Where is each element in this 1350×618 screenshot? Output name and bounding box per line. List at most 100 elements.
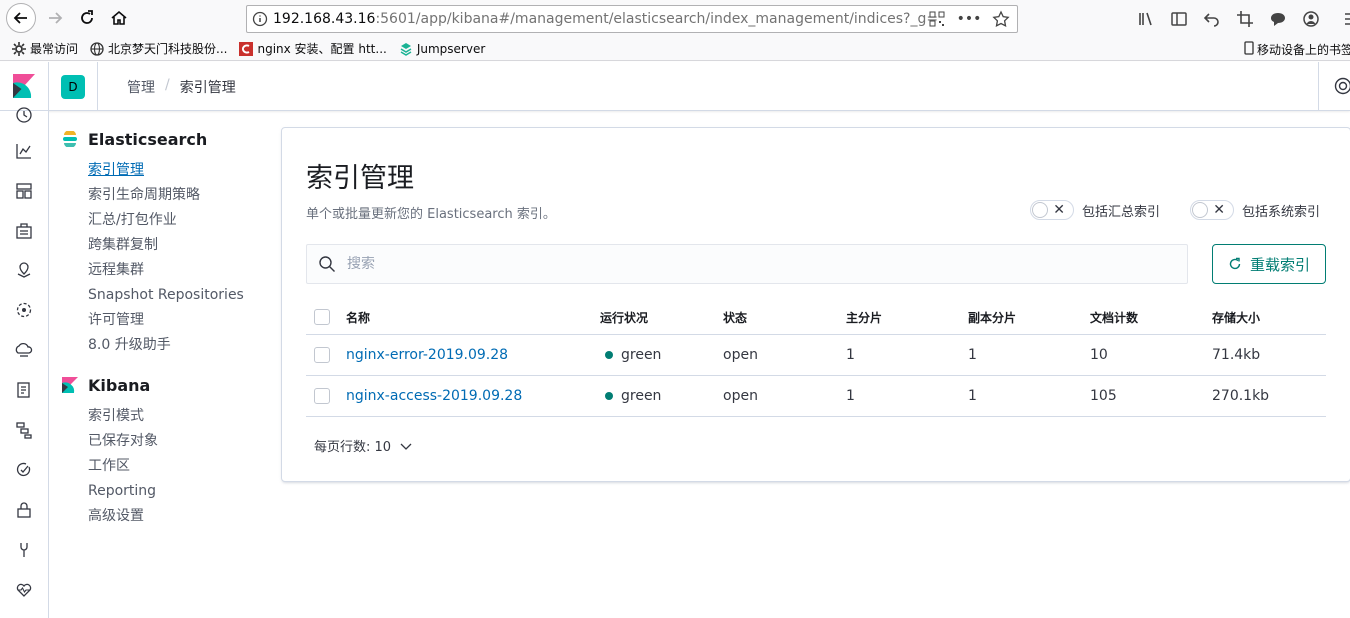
index-management-panel: 索引管理 单个或批量更新您的 Elasticsearch 索引。 ✕ 包括汇总索… <box>281 127 1350 482</box>
bookmark-nginx[interactable]: nginx 安装、配置 htt... <box>239 40 387 57</box>
left-nav <box>0 107 49 618</box>
primary-cell: 1 <box>846 347 855 363</box>
address-bar[interactable]: 192.168.43.16:5601/app/kibana#/managemen… <box>246 5 1018 33</box>
undo-icon[interactable] <box>1202 9 1222 29</box>
back-button[interactable] <box>6 3 36 33</box>
include-rollup-toggle[interactable]: ✕ 包括汇总索引 <box>1030 200 1160 220</box>
reload-indices-button[interactable]: 重载索引 <box>1212 244 1326 284</box>
switch-label: 包括汇总索引 <box>1082 204 1161 220</box>
canvas-icon[interactable] <box>15 222 33 240</box>
maps-icon[interactable] <box>15 261 33 279</box>
health-dot-icon <box>605 351 613 359</box>
switch-track[interactable]: ✕ <box>1190 200 1234 220</box>
table-row: nginx-error-2019.09.28 green open 1 1 10… <box>306 335 1326 376</box>
side-menu-reporting[interactable]: Reporting <box>62 479 262 504</box>
kibana-group-title: Kibana <box>62 374 262 396</box>
bookmark-most-visited[interactable]: 最常访问 <box>12 40 78 57</box>
bookmark-star-icon[interactable] <box>991 9 1011 29</box>
health-cell: green <box>605 376 661 416</box>
column-header-replica[interactable]: 副本分片 <box>968 300 1016 334</box>
kibana-small-logo-icon <box>62 377 78 393</box>
switch-track[interactable]: ✕ <box>1030 200 1074 220</box>
elasticsearch-logo-icon <box>63 131 77 147</box>
select-all-checkbox[interactable] <box>314 309 330 325</box>
column-header-primary[interactable]: 主分片 <box>846 300 882 334</box>
include-system-toggle[interactable]: ✕ 包括系统索引 <box>1190 200 1320 220</box>
url-host: 192.168.43.16 <box>273 11 376 27</box>
kibana-header: D 管理 / 索引管理 <box>0 62 1350 111</box>
info-icon[interactable] <box>247 11 273 27</box>
uptime-icon[interactable] <box>15 461 33 479</box>
account-icon[interactable] <box>1301 9 1321 29</box>
status-cell: open <box>723 388 758 404</box>
elasticsearch-group-title: Elasticsearch <box>62 128 262 150</box>
table-header-row: 名称 运行状况 状态 主分片 副本分片 文档计数 存储大小 <box>306 300 1326 335</box>
bookmark-mobile[interactable]: 移动设备上的书签 <box>1244 41 1350 58</box>
side-menu-license[interactable]: 许可管理 <box>62 308 262 333</box>
column-header-size[interactable]: 存储大小 <box>1212 300 1260 334</box>
search-box <box>306 244 1188 284</box>
forward-button[interactable] <box>40 3 70 33</box>
home-icon <box>111 10 127 25</box>
column-header-docs[interactable]: 文档计数 <box>1090 300 1138 334</box>
browser-toolbar: 192.168.43.16:5601/app/kibana#/managemen… <box>0 0 1350 37</box>
side-menu-cross-cluster[interactable]: 跨集群复制 <box>62 233 262 258</box>
menu-icon[interactable] <box>1342 9 1350 29</box>
side-menu-spaces[interactable]: 工作区 <box>62 454 262 479</box>
side-menu-snapshot-repositories[interactable]: Snapshot Repositories <box>62 283 262 308</box>
column-header-name[interactable]: 名称 <box>346 300 370 334</box>
sidebar-icon[interactable] <box>1169 9 1189 29</box>
switch-label: 包括系统索引 <box>1242 204 1321 220</box>
url-path: :5601/app/kibana#/management/elasticsear… <box>375 11 939 27</box>
search-input[interactable] <box>347 256 1147 272</box>
infrastructure-icon[interactable] <box>15 341 33 359</box>
column-header-status[interactable]: 状态 <box>723 300 747 334</box>
crop-icon[interactable] <box>1235 9 1255 29</box>
clock-icon[interactable] <box>15 106 33 124</box>
more-actions-icon[interactable]: ••• <box>957 9 982 29</box>
side-menu-rollup-jobs[interactable]: 汇总/打包作业 <box>62 208 262 233</box>
qr-code-icon[interactable] <box>927 9 947 29</box>
index-name-link[interactable]: nginx-error-2019.09.28 <box>346 335 508 375</box>
jumpserver-icon <box>399 42 413 56</box>
health-cell: green <box>605 335 661 375</box>
health-dot-icon <box>605 392 613 400</box>
refresh-icon <box>1229 257 1241 270</box>
replica-cell: 1 <box>968 347 977 363</box>
bookmark-jumpserver[interactable]: Jumpserver <box>399 42 485 56</box>
docs-cell: 105 <box>1090 388 1117 404</box>
bookmark-company[interactable]: 北京梦天门科技股份... <box>90 40 227 57</box>
home-button[interactable] <box>104 3 134 33</box>
side-menu-remote-clusters[interactable]: 远程集群 <box>62 258 262 283</box>
reload-icon <box>81 10 93 24</box>
library-icon[interactable] <box>1136 9 1156 29</box>
apm-icon[interactable] <box>15 421 33 439</box>
help-icon[interactable] <box>1334 77 1350 95</box>
side-menu-index-lifecycle[interactable]: 索引生命周期策略 <box>62 183 262 208</box>
kibana-logo-icon[interactable] <box>13 74 35 98</box>
ml-icon[interactable] <box>15 301 33 319</box>
space-avatar[interactable]: D <box>61 75 85 99</box>
search-icon <box>307 255 347 273</box>
chat-icon[interactable] <box>1268 9 1288 29</box>
side-menu-index-patterns[interactable]: 索引模式 <box>62 404 262 429</box>
reload-button[interactable] <box>72 3 102 33</box>
side-menu-index-management[interactable]: 索引管理 <box>62 158 262 183</box>
row-checkbox[interactable] <box>314 347 330 363</box>
index-name-link[interactable]: nginx-access-2019.09.28 <box>346 376 522 416</box>
side-menu-saved-objects[interactable]: 已保存对象 <box>62 429 262 454</box>
column-header-health[interactable]: 运行状况 <box>600 300 648 334</box>
monitoring-icon[interactable] <box>15 581 33 599</box>
side-menu-upgrade-assistant[interactable]: 8.0 升级助手 <box>62 333 262 358</box>
rows-per-page-button[interactable]: 每页行数: 10 <box>314 436 413 455</box>
visualize-icon[interactable] <box>15 142 33 160</box>
dev-tools-icon[interactable] <box>15 541 33 559</box>
breadcrumb: 管理 / 索引管理 <box>127 77 236 97</box>
breadcrumb-management[interactable]: 管理 <box>127 77 155 97</box>
siem-lock-icon[interactable] <box>15 501 33 519</box>
dashboard-icon[interactable] <box>15 182 33 200</box>
logs-icon[interactable] <box>15 381 33 399</box>
side-menu-advanced-settings[interactable]: 高级设置 <box>62 504 262 529</box>
globe-icon <box>90 41 104 56</box>
row-checkbox[interactable] <box>314 388 330 404</box>
